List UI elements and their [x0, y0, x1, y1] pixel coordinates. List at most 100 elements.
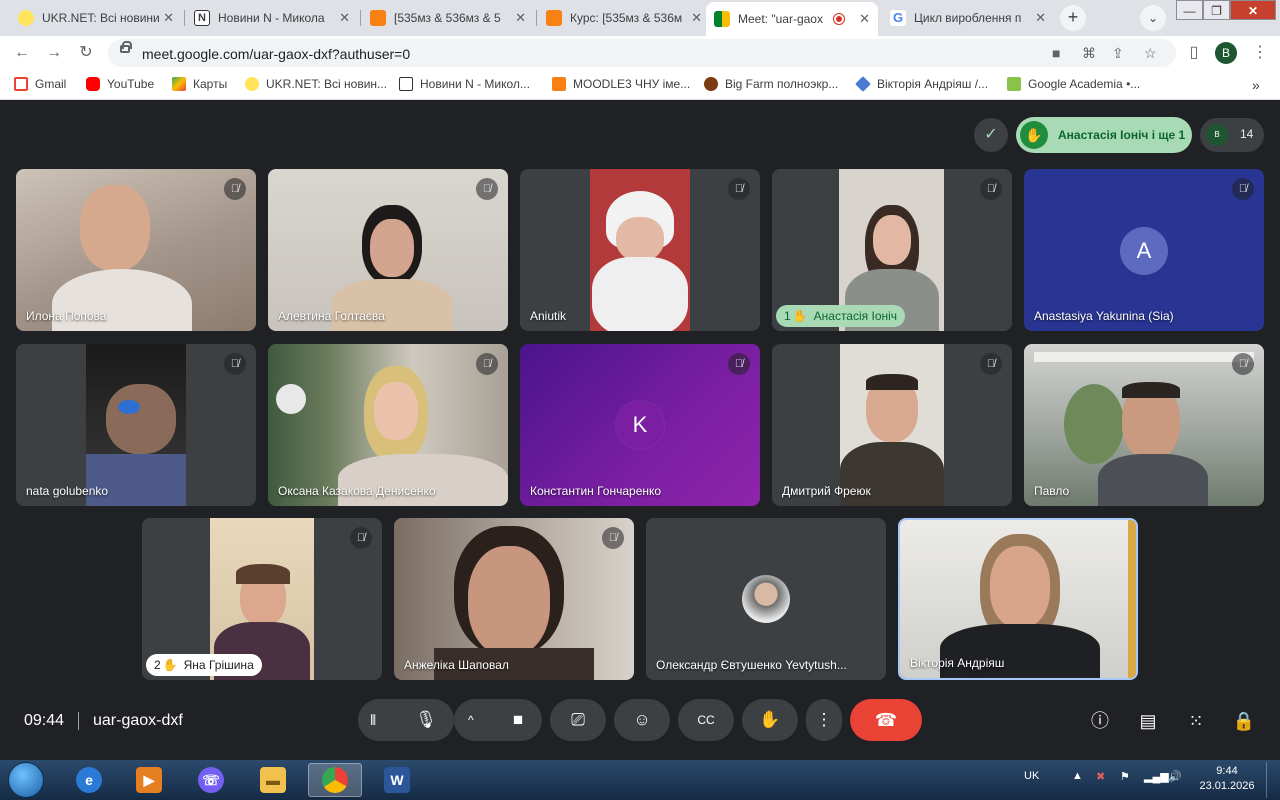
bookmark-gmail[interactable]: Gmail: [14, 77, 66, 91]
taskbar-explorer[interactable]: ▬: [246, 763, 300, 797]
close-icon[interactable]: ✕: [159, 10, 174, 26]
bookmark-viktoria[interactable]: Вікторія Андріяш /...: [855, 76, 989, 92]
bookmarks-bar: Gmail YouTube Карты UKR.NET: Всі новин..…: [0, 70, 1280, 100]
tab-meet[interactable]: Meet: "uar-gaox ✕: [706, 2, 878, 36]
raise-hand-button[interactable]: ✋: [742, 699, 798, 741]
participant-tile-self[interactable]: Вікторія Андріяш: [898, 518, 1138, 680]
url-text[interactable]: meet.google.com/uar-gaox-dxf?authuser=0: [142, 46, 410, 62]
activities-icon[interactable]: ⁙: [1184, 709, 1208, 733]
camera-icon[interactable]: ■: [1052, 45, 1060, 61]
close-icon[interactable]: ✕: [1031, 10, 1046, 26]
translate-icon[interactable]: ⌘: [1082, 45, 1096, 62]
participant-tile[interactable]: 🎙̸ Дмитрий Фреюк: [772, 344, 1012, 506]
minimize-button[interactable]: —: [1176, 0, 1203, 20]
tray-expand-icon[interactable]: ▲: [1072, 770, 1083, 782]
participant-tile[interactable]: A 🎙̸ Anastasiya Yakunina (Sia): [1024, 169, 1264, 331]
meet-main: ✓ ✋ Анастасія Іоніч і ще 1 B 14 🎙̸ Илона…: [0, 100, 1280, 760]
tab-search-button[interactable]: ⌄: [1140, 5, 1166, 31]
youtube-icon: [86, 77, 100, 91]
participant-tile[interactable]: 🎙̸ 2 ✋ Яна Грішина: [142, 518, 382, 680]
network-warning-icon[interactable]: ✖: [1096, 770, 1105, 783]
microphone-button[interactable]: 🎙: [398, 699, 454, 741]
bookmark-news-n[interactable]: Новини N - Микол...: [399, 77, 530, 91]
participants-count: 14: [1240, 127, 1254, 141]
browser-tab-bar: UKR.NET: Всі новини ✕ N Новини N - Микол…: [0, 0, 1280, 36]
taskbar-media-player[interactable]: ▶: [122, 763, 176, 797]
mic-off-icon: 🎙̸: [980, 178, 1002, 200]
close-icon[interactable]: ✕: [511, 10, 526, 26]
participant-tile[interactable]: 🎙̸ 1 ✋ Анастасія Іоніч: [772, 169, 1012, 331]
leave-call-button[interactable]: ☎: [850, 699, 922, 741]
maximize-button[interactable]: ❐: [1203, 0, 1230, 20]
moodle-icon: [552, 77, 566, 91]
system-clock[interactable]: 9:44 23.01.2026: [1196, 764, 1258, 794]
participant-tile[interactable]: 🎙̸ Илона Попова: [16, 169, 256, 331]
bookmark-ukrnet[interactable]: UKR.NET: Всі новин...: [245, 77, 387, 91]
more-options-button[interactable]: ⋮: [806, 699, 842, 741]
bookmark-bigfarm[interactable]: Big Farm полноэкр...: [704, 77, 838, 91]
close-icon[interactable]: ✕: [335, 10, 350, 26]
profile-avatar[interactable]: B: [1215, 42, 1237, 64]
participant-tile[interactable]: 🎙̸ Aniutik: [520, 169, 760, 331]
captions-button[interactable]: CC: [678, 699, 734, 741]
participant-tile[interactable]: K 🎙̸ Константин Гончаренко: [520, 344, 760, 506]
present-screen-button[interactable]: ⎚: [550, 699, 606, 741]
google-icon: G: [890, 10, 906, 26]
bookmark-star-icon[interactable]: ☆: [1144, 45, 1157, 62]
emoji-reaction-button[interactable]: ☺: [614, 699, 670, 741]
raised-hands-pill[interactable]: ✋ Анастасія Іоніч і ще 1: [1016, 117, 1192, 153]
participants-button[interactable]: B 14: [1200, 118, 1264, 152]
close-icon[interactable]: ✕: [855, 11, 870, 27]
participant-tile[interactable]: 🎙̸ Оксана Казакова Денисенко: [268, 344, 508, 506]
bookmark-moodle[interactable]: MOODLE3 ЧНУ імe...: [552, 77, 690, 91]
info-icon[interactable]: ⓘ: [1088, 709, 1112, 733]
camera-button[interactable]: ■: [494, 699, 542, 741]
tab-moodle-1[interactable]: [535мз & 536мз & 5 ✕: [362, 4, 534, 32]
menu-icon[interactable]: ⋮: [1248, 41, 1272, 65]
bookmarks-overflow-button[interactable]: »: [1252, 77, 1260, 93]
window-close-button[interactable]: ✕: [1230, 0, 1276, 20]
bookmark-youtube[interactable]: YouTube: [86, 77, 154, 91]
camera-control-group: ^ ■: [454, 699, 542, 741]
volume-icon[interactable]: 🔊: [1168, 770, 1182, 783]
checkmark-icon[interactable]: ✓: [974, 118, 1008, 152]
tab-novyny-n[interactable]: N Новини N - Микола ✕: [186, 4, 358, 32]
participant-tile[interactable]: 🎙̸ nata golubenko: [16, 344, 256, 506]
clock-date: 23.01.2026: [1199, 780, 1255, 792]
side-panel-icon[interactable]: ▯: [1182, 41, 1206, 65]
bookmark-maps[interactable]: Карты: [172, 77, 227, 91]
close-icon[interactable]: ✕: [687, 10, 702, 26]
back-button[interactable]: ←: [10, 41, 34, 65]
participant-tile[interactable]: 🎙̸ Алевтина Голтаєва: [268, 169, 508, 331]
chat-icon[interactable]: ▤: [1136, 709, 1160, 733]
start-button[interactable]: [8, 762, 44, 798]
taskbar-viber[interactable]: ☏: [184, 763, 238, 797]
taskbar-chrome[interactable]: [308, 763, 362, 797]
participant-name: Анастасія Іоніч: [813, 309, 898, 323]
forward-button[interactable]: →: [42, 41, 66, 65]
reload-button[interactable]: ↻: [74, 41, 98, 65]
participant-tile[interactable]: 🎙̸ Анжеліка Шаповал: [394, 518, 634, 680]
tab-google-search[interactable]: G Цикл вироблення п ✕: [882, 4, 1054, 32]
participant-name: Анжеліка Шаповал: [404, 658, 509, 672]
taskbar-word[interactable]: W: [370, 763, 424, 797]
tab-ukrnet[interactable]: UKR.NET: Всі новини ✕: [10, 4, 182, 32]
address-bar[interactable]: meet.google.com/uar-gaox-dxf?authuser=0 …: [108, 39, 1176, 67]
language-indicator[interactable]: UK: [1024, 770, 1039, 782]
security-icon[interactable]: ⚑: [1120, 770, 1130, 783]
participant-tile[interactable]: Олександр Євтушенко Yevtytush...: [646, 518, 886, 680]
host-controls-icon[interactable]: 🔒: [1232, 709, 1256, 733]
participant-tile[interactable]: 🎙̸ Павло: [1024, 344, 1264, 506]
meeting-code: uar-gaox-dxf: [93, 712, 183, 729]
new-tab-button[interactable]: +: [1060, 5, 1086, 31]
show-desktop-button[interactable]: [1266, 762, 1278, 798]
share-icon[interactable]: ⇪: [1112, 45, 1124, 62]
bookmark-label: Вікторія Андріяш /...: [877, 77, 989, 91]
audio-level-icon[interactable]: ⦀: [370, 699, 376, 741]
taskbar-internet-explorer[interactable]: e: [62, 763, 116, 797]
bookmark-google-academia[interactable]: Google Academia •...: [1007, 77, 1140, 91]
signal-icon[interactable]: ▂▄▆: [1144, 770, 1169, 783]
tab-moodle-2[interactable]: Курс: [535мз & 536м ✕: [538, 4, 710, 32]
tab-title: Meet: "uar-gaox: [738, 12, 823, 26]
camera-options-icon[interactable]: ^: [468, 699, 474, 741]
